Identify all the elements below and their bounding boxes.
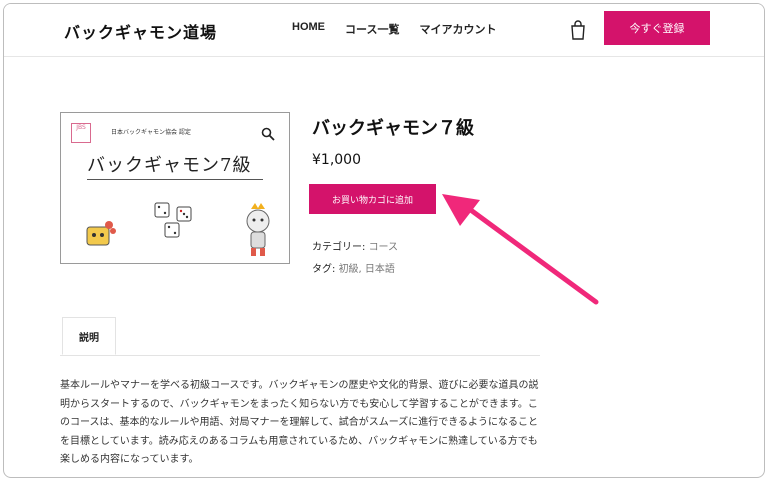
tab-description[interactable]: 説明 [62, 317, 116, 355]
annotation-arrow [442, 194, 599, 305]
product-description: 基本ルールやマナーを学べる初級コースです。バックギャモンの歴史や文化的背景、遊び… [60, 380, 539, 465]
zoom-icon[interactable] [261, 127, 275, 141]
site-header: バックギャモン道場 HOME コース一覧 マイアカウント 今すぐ登録 [4, 4, 764, 57]
product-tags: タグ: 初級, 日本語 [312, 260, 395, 275]
mascot-illustration [86, 221, 116, 246]
dice-illustration [154, 202, 192, 238]
product-image[interactable]: JBS 日本バックギャモン協会 認定 バックギャモン7級 [60, 112, 290, 264]
tag-links[interactable]: 初級, 日本語 [339, 264, 395, 275]
jbs-logo: JBS [71, 123, 91, 143]
site-logo[interactable]: バックギャモン道場 [64, 19, 217, 43]
category-link[interactable]: コース [369, 242, 399, 253]
main-nav: HOME コース一覧 マイアカウント [292, 21, 496, 37]
register-now-button[interactable]: 今すぐ登録 [604, 11, 710, 45]
product-title: バックギャモン７級 [312, 118, 474, 139]
image-divider [87, 179, 263, 180]
browser-frame: バックギャモン道場 HOME コース一覧 マイアカウント 今すぐ登録 JBS 日… [3, 3, 765, 478]
add-to-cart-button[interactable]: お買い物カゴに追加 [309, 184, 436, 214]
category-label: カテゴリー: [312, 242, 366, 253]
king-character-illustration [246, 203, 270, 256]
image-org-text: 日本バックギャモン協会 認定 [111, 129, 191, 136]
image-title: バックギャモン7級 [87, 155, 252, 176]
nav-home[interactable]: HOME [292, 21, 325, 37]
shopping-bag-icon[interactable] [570, 20, 586, 40]
tab-divider [60, 355, 540, 356]
product-price: ¥1,000 [312, 152, 361, 168]
tag-label: タグ: [312, 264, 336, 275]
nav-my-account[interactable]: マイアカウント [419, 21, 496, 37]
product-category: カテゴリー: コース [312, 238, 398, 253]
nav-course-list[interactable]: コース一覧 [345, 21, 399, 37]
